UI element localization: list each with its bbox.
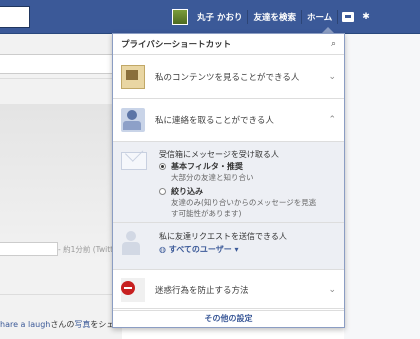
message-filter-section: 受信箱にメッセージを受け取る人 基本フィルタ・推奨 大部分の友達と知り合い 絞り… bbox=[113, 142, 344, 223]
search-input[interactable] bbox=[0, 6, 30, 28]
radio-basic-filter[interactable] bbox=[159, 163, 166, 170]
option-strict-filter-desc: 友達のみ(知り合いからのメッセージを見逃 bbox=[171, 198, 317, 207]
more-settings-link[interactable]: その他の設定 bbox=[205, 313, 253, 324]
message-filter-heading: 受信箱にメッセージを受け取る人 bbox=[159, 150, 279, 159]
globe-icon: ◍ bbox=[159, 245, 169, 254]
background-comment-box bbox=[0, 242, 58, 256]
block-icon bbox=[121, 278, 145, 302]
option-strict-filter-desc-cont: す可能性があります) bbox=[171, 209, 242, 218]
panel-title: プライバシーショートカット bbox=[121, 40, 232, 50]
friend-request-section: 私に友達リクエストを送信できる人 ◍ すべてのユーザー ▾ bbox=[113, 223, 344, 270]
contact-icon bbox=[121, 108, 145, 132]
add-friend-icon bbox=[121, 231, 143, 257]
avatar[interactable] bbox=[172, 8, 188, 25]
chevron-down-icon: ⌄ bbox=[328, 71, 336, 82]
option-basic-filter-desc: 大部分の友達と知り合い bbox=[171, 173, 254, 182]
background-right-column bbox=[344, 34, 420, 339]
background-content bbox=[0, 104, 122, 264]
content-icon bbox=[121, 64, 145, 89]
shortcut-label: 私に連絡を取ることができる人 bbox=[155, 116, 274, 126]
shortcut-row-stop-harassment[interactable]: 迷惑行為を防止する方法 ⌄ bbox=[113, 270, 344, 311]
panel-header: プライバシーショートカット ⌕ bbox=[113, 34, 344, 55]
audience-selector[interactable]: ◍ すべてのユーザー ▾ bbox=[159, 244, 239, 255]
divider bbox=[337, 9, 339, 24]
gear-icon[interactable]: ✱ bbox=[358, 12, 374, 22]
top-navigation-bar: 丸子 かおり 友達を検索 ホーム ✱ bbox=[0, 0, 420, 34]
find-friends-link[interactable]: 友達を検索 bbox=[248, 11, 301, 23]
topbar-right-group: 丸子 かおり 友達を検索 ホーム ✱ bbox=[172, 0, 374, 33]
option-basic-filter-title[interactable]: 基本フィルタ・推奨 bbox=[171, 161, 243, 172]
shortcut-row-who-can-contact[interactable]: 私に連絡を取ることができる人 ⌃ bbox=[113, 99, 344, 142]
option-strict-filter-title[interactable]: 絞り込み bbox=[171, 186, 203, 197]
chevron-down-icon: ⌄ bbox=[328, 285, 336, 295]
profile-link[interactable]: 丸子 かおり bbox=[192, 11, 247, 23]
radio-strict-filter[interactable] bbox=[159, 188, 166, 195]
divider bbox=[0, 294, 122, 295]
friend-request-heading: 私に友達リクエストを送信できる人 bbox=[159, 232, 287, 241]
privacy-shortcuts-panel: プライバシーショートカット ⌕ 私のコンテンツを見ることができる人 ⌄ 私に連絡… bbox=[112, 33, 345, 328]
shortcut-label: 迷惑行為を防止する方法 bbox=[155, 286, 249, 296]
background-composer bbox=[0, 54, 120, 74]
dropdown-arrow-icon: ▾ bbox=[231, 245, 239, 254]
panel-footer: その他の設定 bbox=[113, 308, 344, 327]
shortcut-row-who-can-see[interactable]: 私のコンテンツを見ることができる人 ⌄ bbox=[113, 55, 344, 99]
home-link[interactable]: ホーム bbox=[302, 11, 337, 23]
shortcut-label: 私のコンテンツを見ることができる人 bbox=[155, 72, 300, 83]
chevron-up-icon: ⌃ bbox=[328, 115, 336, 125]
search-icon[interactable]: ⌕ bbox=[331, 39, 336, 49]
privacy-shortcut-icon[interactable] bbox=[342, 11, 355, 22]
envelope-icon bbox=[121, 152, 147, 170]
divider bbox=[0, 78, 122, 79]
